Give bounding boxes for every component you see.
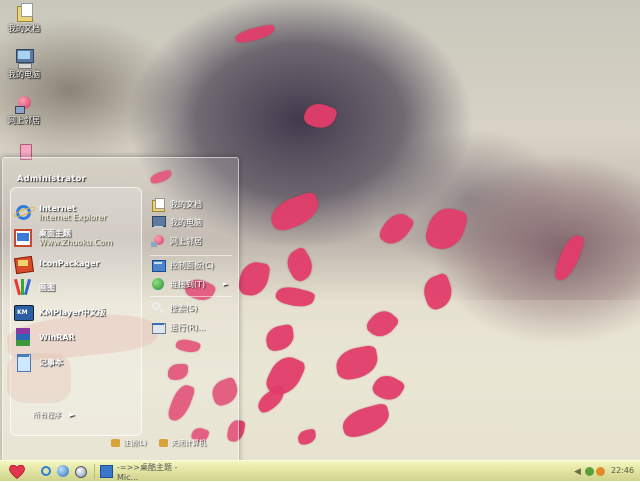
internet-explorer-icon (12, 203, 37, 223)
my-computer-icon (14, 48, 34, 69)
show-desktop-icon[interactable] (57, 465, 69, 477)
petal (282, 246, 318, 284)
all-programs-label: 所有程序 (33, 411, 61, 419)
tray-volume-icon[interactable] (595, 467, 605, 476)
desktop-theme-icon (13, 228, 33, 248)
petal (552, 232, 586, 284)
menu-separator (150, 296, 232, 297)
desktop-icon-my-documents[interactable]: 我的文档 (0, 2, 48, 34)
petal (423, 204, 469, 254)
program-desktop-theme[interactable]: 桌面主题 Www.Zhuoku.Com (13, 228, 113, 248)
menu-control-panel[interactable]: 控制面板(C) (151, 257, 214, 273)
tray-network-icon[interactable] (584, 467, 594, 476)
quick-launch-separator (94, 464, 95, 479)
program-subtitle: Www.Zhuoku.Com (39, 238, 113, 247)
clock[interactable]: 22:46 (611, 466, 634, 475)
place-label: 我的电脑 (170, 217, 202, 227)
menu-run[interactable]: 运行(R)... (151, 319, 205, 335)
program-paint[interactable]: 画图 (13, 277, 55, 297)
taskbar-window-button[interactable]: -=>>桌酷主题 - Mic... (100, 462, 196, 482)
iconpackager-icon (13, 253, 35, 275)
place-label: 我的文档 (170, 199, 202, 209)
place-label: 网上邻居 (170, 236, 202, 246)
heart-start-icon (9, 465, 25, 479)
taskbar: -=>>桌酷主题 - Mic... ◀ 22:46 (0, 460, 640, 482)
desktop-icon-label: 网上邻居 (8, 116, 40, 125)
shutdown-label: 关闭计算机 (171, 439, 206, 447)
program-title: 桌面主题 (39, 229, 71, 238)
program-winrar[interactable]: WinRAR (13, 327, 75, 347)
petal (301, 99, 339, 133)
window-app-icon (100, 465, 113, 478)
program-kmplayer[interactable]: KM KMPlayer中文版 (13, 302, 106, 322)
logoff-label: 注销(L) (123, 439, 147, 447)
run-icon (151, 320, 166, 334)
program-title: IconPackager (39, 258, 100, 268)
program-subtitle: Internet Explorer (39, 213, 107, 222)
program-iconpackager[interactable]: IconPackager (13, 253, 100, 275)
connect-to-icon (151, 277, 165, 291)
desktop-icon-label: 我的电脑 (8, 70, 40, 79)
media-player-icon[interactable] (74, 465, 87, 478)
search-icon (151, 301, 165, 315)
menu-search[interactable]: 搜索(S) (151, 300, 197, 316)
shutdown-icon (159, 439, 168, 447)
desktop-icon-my-computer[interactable]: 我的电脑 (0, 48, 48, 80)
network-places-icon (151, 234, 165, 248)
petal (376, 208, 416, 250)
my-documents-icon (14, 2, 34, 22)
kmplayer-icon: KM (13, 302, 34, 322)
menu-item-label: 运行(R)... (170, 322, 206, 332)
all-programs-button[interactable]: 所有程序 ► (33, 410, 75, 420)
program-title: 画图 (39, 282, 55, 292)
program-title: 记事本 (39, 357, 63, 367)
internet-explorer-icon[interactable] (40, 465, 52, 477)
petal (237, 259, 271, 299)
menu-separator (150, 255, 232, 256)
program-title: WinRAR (39, 332, 75, 342)
my-computer-icon (151, 215, 166, 229)
place-network-places[interactable]: 网上邻居 (151, 233, 202, 249)
place-my-computer[interactable]: 我的电脑 (151, 214, 202, 230)
paint-icon (13, 277, 33, 297)
chevron-right-icon: ► (223, 280, 229, 288)
menu-item-label: 搜索(S) (170, 303, 198, 313)
chevron-left-icon[interactable]: ◀ (574, 467, 581, 477)
control-panel-icon (151, 258, 166, 272)
network-places-icon (14, 94, 34, 114)
winrar-icon (13, 327, 33, 347)
start-button[interactable] (6, 463, 28, 480)
arrow-right-icon: ► (69, 410, 76, 419)
logoff-icon (111, 439, 120, 447)
my-documents-icon (151, 197, 165, 212)
taskbar-window-label: -=>>桌酷主题 - Mic... (117, 462, 178, 482)
petal (234, 23, 276, 45)
menu-item-label: 控制面板(C) (170, 260, 214, 270)
program-title: KMPlayer中文版 (39, 307, 106, 317)
program-notepad[interactable]: 记事本 (13, 352, 63, 372)
logoff-button[interactable]: 注销(L) (111, 437, 146, 449)
notepad-icon (13, 352, 33, 372)
program-title: Internet (39, 204, 76, 213)
desktop-icon-label: 我的文档 (8, 24, 40, 33)
menu-connect-to[interactable]: 连接到(T) ► (151, 276, 228, 292)
start-menu-username: Administrator (17, 174, 87, 183)
desktop-icon-network-places[interactable]: 网上邻居 (0, 94, 48, 126)
menu-item-label: 连接到(T) (170, 279, 206, 289)
place-my-documents[interactable]: 我的文档 (151, 196, 202, 212)
shutdown-button[interactable]: 关闭计算机 (159, 437, 206, 449)
program-internet-explorer[interactable]: Internet Internet Explorer (12, 203, 107, 223)
start-menu: Administrator Internet Internet Explorer … (2, 157, 239, 464)
petal (266, 190, 324, 234)
